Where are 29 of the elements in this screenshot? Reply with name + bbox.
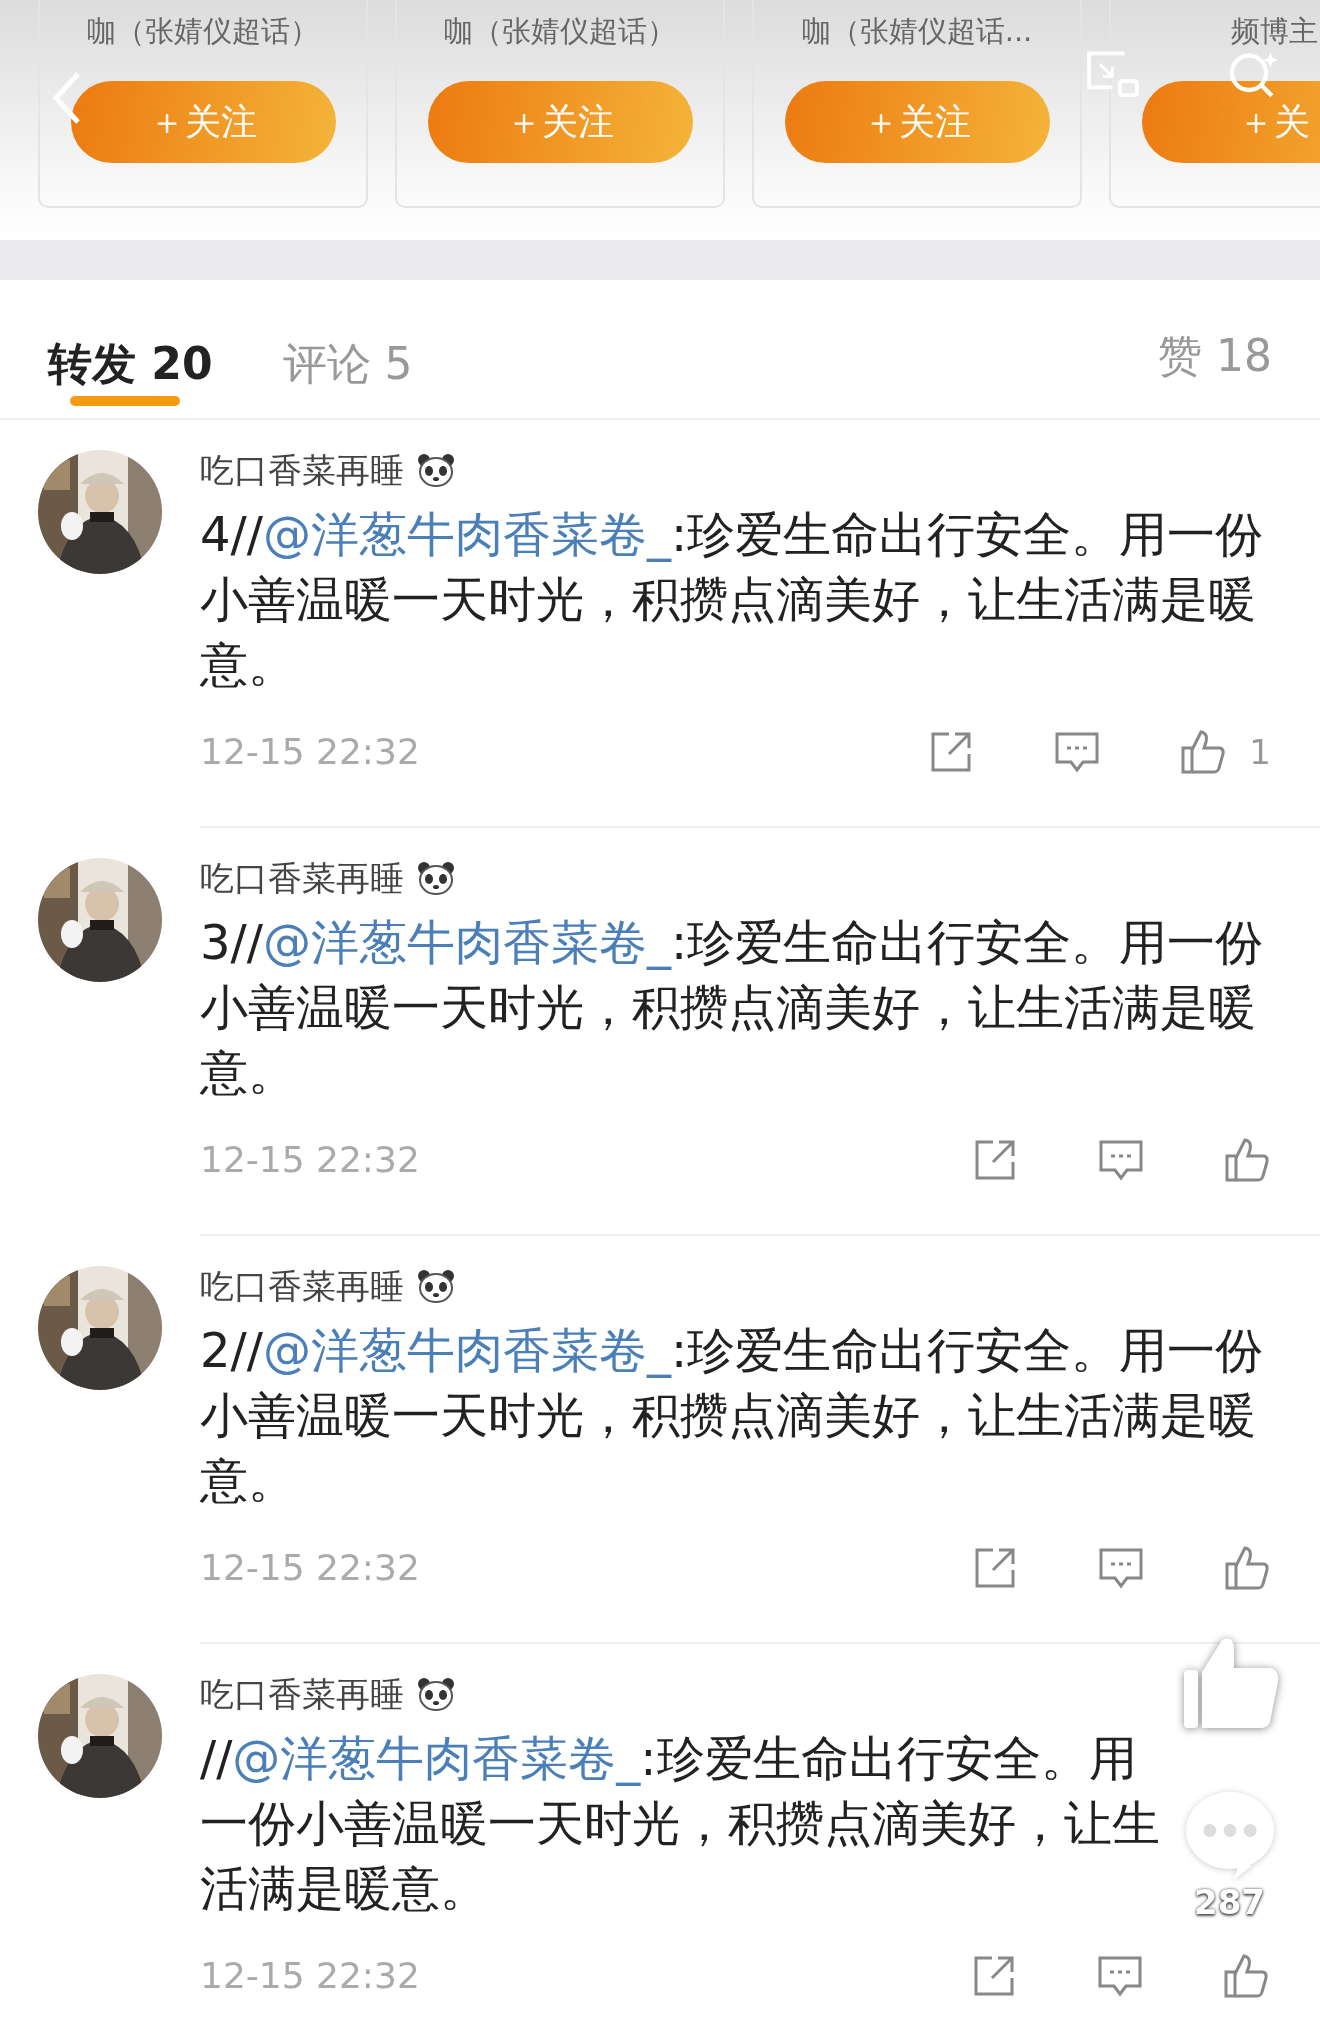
user-name[interactable]: 吃口香菜再睡: [200, 856, 404, 901]
user-name[interactable]: 吃口香菜再睡: [200, 1264, 404, 1309]
like-count: 1: [1249, 730, 1271, 774]
tab[interactable]: 评论 5: [282, 322, 413, 406]
timestamp: 12-15 22:32: [200, 1954, 420, 1999]
card-text: 咖（张婧仪超话...: [801, 14, 1033, 49]
comment-text: 4//@洋葱牛肉香菜卷_:珍爱生命出行安全。用一份小善温暖一天时光，积攒点滴美好，让生活满是暖意。: [200, 505, 1265, 695]
timestamp: 12-15 22:32: [200, 1546, 420, 1591]
mention-link[interactable]: @洋葱牛肉香菜卷_: [262, 1322, 671, 1379]
follow-button[interactable]: ＋关注: [427, 80, 693, 163]
follow-button[interactable]: ＋关注: [784, 80, 1050, 163]
follow-button[interactable]: ＋关注: [70, 80, 336, 163]
card-text: 频博主: [1230, 14, 1318, 49]
timestamp: 12-15 22:32: [200, 730, 420, 775]
comment-text: 2//@洋葱牛肉香菜卷_:珍爱生命出行安全。用一份小善温暖一天时光，积攒点滴美好，让生活满是暖意。: [200, 1321, 1265, 1511]
likes-tab[interactable]: 赞 18: [1158, 330, 1272, 383]
comment-count: 287: [1194, 1884, 1265, 1922]
comment-text: //@洋葱牛肉香菜卷_:珍爱生命出行安全。用一份小善温暖一天时光，积攒点滴美好，让生活满是暖意。: [200, 1729, 1161, 1919]
user-name[interactable]: 吃口香菜再睡: [200, 448, 404, 493]
comment-text: 3//@洋葱牛肉香菜卷_:珍爱生命出行安全。用一份小善温暖一天时光，积攒点滴美好，让生活满是暖意。: [200, 913, 1265, 1103]
card-text: 咖（张婧仪超话）: [444, 14, 676, 49]
card-text: 咖（张婧仪超话）: [87, 14, 319, 49]
follow-button[interactable]: ＋关: [1141, 80, 1320, 163]
timestamp: 12-15 22:32: [200, 1138, 420, 1183]
user-name[interactable]: 吃口香菜再睡: [200, 1672, 404, 1717]
mention-link[interactable]: @洋葱牛肉香菜卷_: [262, 914, 671, 971]
tab[interactable]: 转发 20: [48, 322, 213, 406]
mention-link[interactable]: @洋葱牛肉香菜卷_: [262, 506, 671, 563]
mention-link[interactable]: @洋葱牛肉香菜卷_: [232, 1730, 641, 1787]
